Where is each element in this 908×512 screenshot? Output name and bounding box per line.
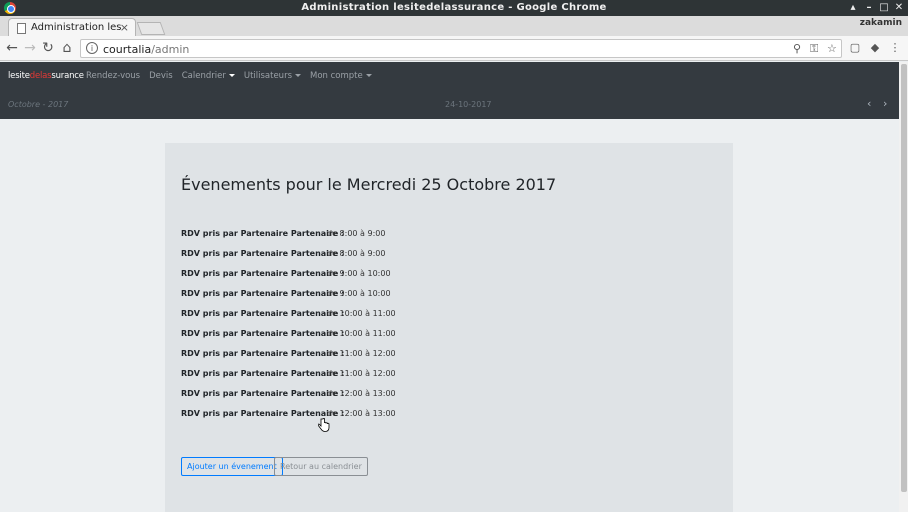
event-time: de 9:00 à 10:00: [327, 269, 391, 278]
window-minimize-icon[interactable]: –: [862, 1, 876, 15]
browser-tab[interactable]: Administration lesite ×: [8, 18, 136, 37]
caret-down-icon: [295, 74, 301, 77]
event-time: de 8:00 à 9:00: [327, 249, 386, 258]
window-maximize-icon[interactable]: □: [877, 1, 891, 15]
event-time: de 11:00 à 12:00: [327, 369, 396, 378]
event-label: RDV pris par Partenaire Partenaire :: [181, 289, 345, 298]
event-label: RDV pris par Partenaire Partenaire :: [181, 409, 345, 418]
nav-label: Rendez-vous: [86, 71, 141, 81]
list-item: RDV pris par Partenaire Partenaire :de 1…: [181, 349, 396, 369]
extension-icon[interactable]: ▢: [848, 41, 862, 55]
browser-toolbar: ← → ↻ ⌂ i courtalia/admin ⚲ ⚿ ☆ ▢ ◆ ⋮: [0, 36, 908, 61]
event-time: de 8:00 à 9:00: [327, 229, 386, 238]
window-close-icon[interactable]: ✕: [892, 1, 906, 15]
chevron-right-icon[interactable]: ›: [883, 97, 887, 110]
nav-rendez-vous[interactable]: Rendez-vous: [86, 71, 140, 81]
brand-part-3: surance: [51, 71, 84, 81]
list-item: RDV pris par Partenaire Partenaire :de 8…: [181, 229, 396, 249]
event-label: RDV pris par Partenaire Partenaire :: [181, 389, 345, 398]
app-navbar: lesitedelassurance Rendez-vous Devis Cal…: [0, 62, 906, 119]
event-time: de 11:00 à 12:00: [327, 349, 396, 358]
chevron-left-icon[interactable]: ‹: [867, 97, 871, 110]
info-icon[interactable]: i: [86, 42, 98, 54]
brand-logo[interactable]: lesitedelassurance: [8, 71, 84, 81]
star-icon[interactable]: ☆: [827, 42, 837, 55]
page-title: Évenements pour le Mercredi 25 Octobre 2…: [181, 175, 557, 194]
event-label: RDV pris par Partenaire Partenaire :: [181, 349, 345, 358]
nav-devis[interactable]: Devis: [149, 71, 173, 81]
back-to-calendar-button[interactable]: Retour au calendrier: [274, 457, 368, 476]
caret-down-icon: [365, 74, 372, 77]
zoom-icon[interactable]: ⚲: [793, 42, 801, 55]
nav-calendrier[interactable]: Calendrier: [182, 71, 235, 81]
list-item: RDV pris par Partenaire Partenaire :de 1…: [181, 329, 396, 349]
tab-close-icon[interactable]: ×: [120, 21, 129, 34]
list-item: RDV pris par Partenaire Partenaire :de 1…: [181, 389, 396, 409]
menu-icon[interactable]: ⋮: [888, 41, 902, 55]
event-list: RDV pris par Partenaire Partenaire :de 8…: [181, 229, 396, 429]
event-label: RDV pris par Partenaire Partenaire :: [181, 229, 345, 238]
page-favicon-icon: [17, 23, 26, 34]
event-time: de 9:00 à 10:00: [327, 289, 391, 298]
tab-title: Administration lesite: [31, 22, 121, 33]
window-title: Administration lesitedelassurance - Goog…: [301, 2, 607, 13]
scrollbar-thumb[interactable]: [901, 64, 907, 492]
home-icon[interactable]: ⌂: [59, 40, 75, 56]
nav-utilisateurs[interactable]: Utilisateurs: [244, 71, 301, 81]
url-host: courtalia: [103, 43, 152, 56]
add-event-button[interactable]: Ajouter un évenement: [181, 457, 283, 476]
address-bar[interactable]: i courtalia/admin ⚲ ⚿ ☆: [80, 39, 842, 58]
key-icon[interactable]: ⚿: [810, 42, 818, 56]
hand-cursor-icon: [318, 418, 330, 432]
event-time: de 12:00 à 13:00: [327, 409, 396, 418]
event-time: de 10:00 à 11:00: [327, 329, 396, 338]
event-label: RDV pris par Partenaire Partenaire :: [181, 249, 345, 258]
back-icon[interactable]: ←: [4, 40, 20, 56]
caret-down-icon: [228, 74, 235, 77]
tab-strip: Administration lesite × zakamin: [0, 16, 908, 37]
event-time: de 10:00 à 11:00: [327, 309, 396, 318]
events-panel: Évenements pour le Mercredi 25 Octobre 2…: [165, 143, 733, 512]
month-label: Octobre - 2017: [8, 100, 69, 109]
event-label: RDV pris par Partenaire Partenaire :: [181, 329, 345, 338]
nav-links: Rendez-vous Devis Calendrier Utilisateur…: [86, 71, 372, 81]
nav-label: Utilisateurs: [243, 71, 292, 81]
window-up-icon[interactable]: ▴: [846, 1, 860, 15]
list-item: RDV pris par Partenaire Partenaire :de 1…: [181, 409, 396, 429]
nav-label: Calendrier: [181, 71, 226, 81]
list-item: RDV pris par Partenaire Partenaire :de 9…: [181, 269, 396, 289]
url-text[interactable]: courtalia/admin: [103, 43, 189, 56]
window-titlebar: Administration lesitedelassurance - Goog…: [0, 0, 908, 16]
brand-part-1: lesite: [8, 71, 30, 81]
list-item: RDV pris par Partenaire Partenaire :de 8…: [181, 249, 396, 269]
event-label: RDV pris par Partenaire Partenaire :: [181, 269, 345, 278]
new-tab-button[interactable]: [136, 22, 166, 35]
url-path: /admin: [151, 43, 190, 56]
date-label: 24-10-2017: [445, 100, 492, 109]
nav-label: Mon compte: [310, 71, 363, 81]
nav-label: Devis: [149, 71, 173, 81]
profile-name[interactable]: zakamin: [860, 18, 902, 28]
list-item: RDV pris par Partenaire Partenaire :de 1…: [181, 309, 396, 329]
event-label: RDV pris par Partenaire Partenaire :: [181, 369, 345, 378]
event-time: de 12:00 à 13:00: [327, 389, 396, 398]
event-label: RDV pris par Partenaire Partenaire :: [181, 309, 345, 318]
nav-mon-compte[interactable]: Mon compte: [310, 71, 372, 81]
extension-shield-icon[interactable]: ◆: [868, 41, 882, 55]
list-item: RDV pris par Partenaire Partenaire :de 1…: [181, 369, 396, 389]
list-item: RDV pris par Partenaire Partenaire :de 9…: [181, 289, 396, 309]
forward-icon[interactable]: →: [22, 40, 38, 56]
reload-icon[interactable]: ↻: [40, 40, 56, 56]
brand-part-2: delas: [29, 71, 52, 81]
